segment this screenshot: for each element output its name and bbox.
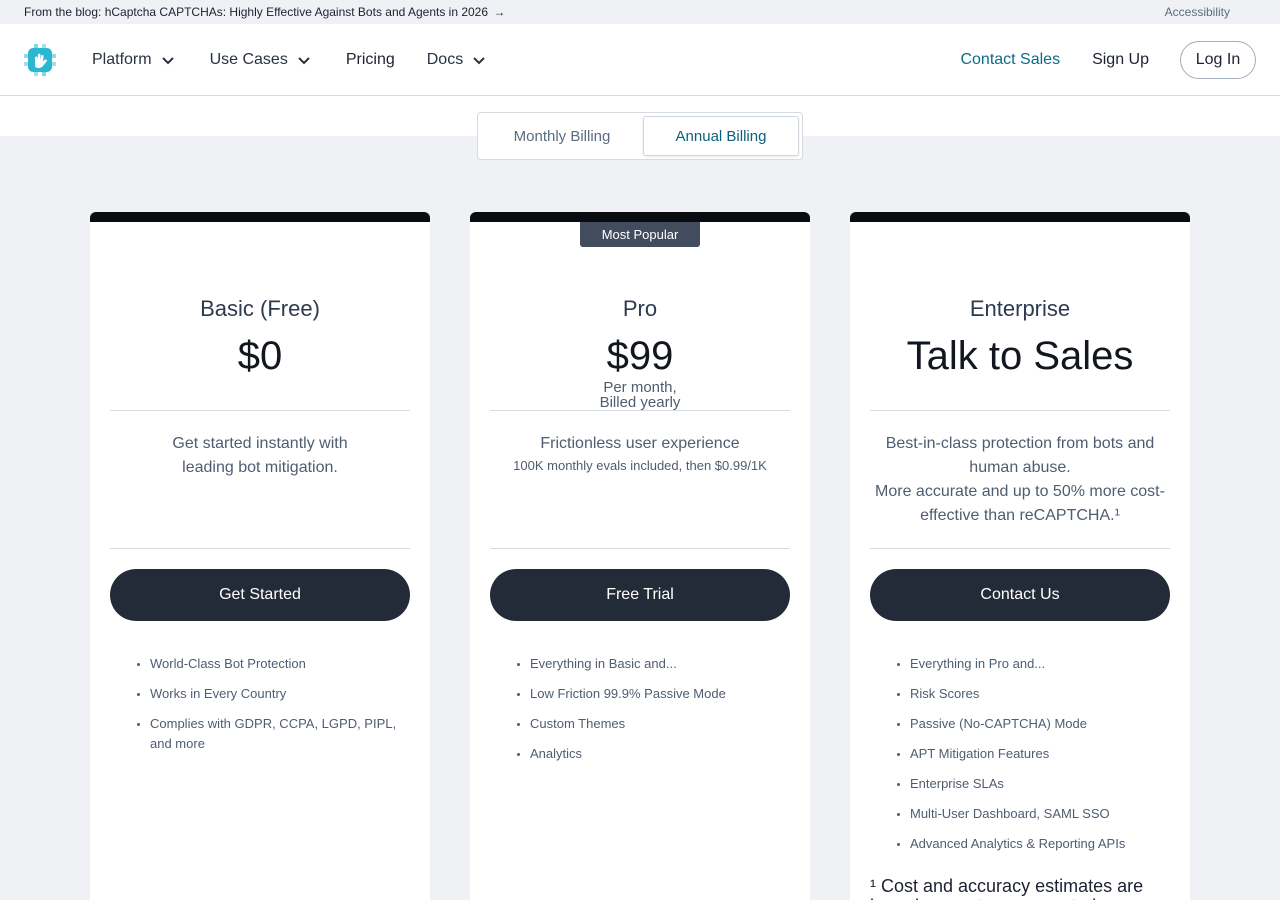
blog-link[interactable]: hCaptcha CAPTCHAs: Highly Effective Agai… [105, 5, 488, 19]
footnote: ¹ Cost and accuracy estimates are based … [870, 876, 1144, 900]
plan-description-line: More accurate and up to 50% more cost-ef… [875, 483, 1165, 524]
feature-item: Risk Scores [910, 684, 1170, 704]
plan-price: Talk to Sales [906, 334, 1134, 378]
plan-price: $99 [606, 334, 674, 378]
chevron-down-icon [161, 57, 174, 65]
accessibility-link[interactable]: Accessibility [1165, 5, 1230, 19]
blog-prefix: From the blog: [24, 5, 105, 19]
feature-item: Everything in Basic and... [530, 654, 790, 674]
divider [490, 548, 790, 549]
feature-list: Everything in Pro and... Risk Scores Pas… [910, 654, 1170, 864]
most-popular-badge: Most Popular [580, 222, 700, 247]
plan-description: Get started instantly with leading bot m… [110, 432, 410, 480]
feature-item: Low Friction 99.9% Passive Mode [530, 684, 790, 704]
nav-platform[interactable]: Platform [92, 51, 176, 69]
feature-item: APT Mitigation Features [910, 744, 1170, 764]
divider [490, 410, 790, 411]
announcement-bar: From the blog: hCaptcha CAPTCHAs: Highly… [0, 0, 1280, 24]
sign-up-link[interactable]: Sign Up [1092, 51, 1149, 69]
divider [110, 548, 410, 549]
chevron-down-icon [473, 57, 485, 65]
plan-description: Frictionless user experience 100K monthl… [490, 432, 790, 476]
plan-price: $0 [237, 334, 283, 378]
header-actions: Contact Sales Sign Up Log In [960, 24, 1256, 96]
price-note-line: Per month, [603, 379, 677, 396]
feature-item: Complies with GDPR, CCPA, LGPD, PIPL, an… [150, 714, 410, 754]
plan-card-enterprise: Enterprise Talk to Sales Best-in-class p… [850, 212, 1190, 900]
plan-usage-note: 100K monthly evals included, then $0.99/… [513, 458, 767, 473]
nav-docs-label: Docs [426, 51, 464, 68]
nav-platform-label: Platform [92, 51, 152, 68]
log-in-button[interactable]: Log In [1180, 41, 1256, 79]
site-header: Platform Use Cases Pricing Docs Contact … [0, 24, 1280, 96]
nav-docs[interactable]: Docs [427, 51, 487, 69]
nav-use-cases-label: Use Cases [209, 51, 288, 68]
divider [110, 410, 410, 411]
free-trial-button[interactable]: Free Trial [490, 569, 790, 621]
plan-name: Pro [622, 296, 658, 321]
plan-description-line: Get started instantly with [172, 435, 348, 452]
blog-announcement[interactable]: From the blog: hCaptcha CAPTCHAs: Highly… [24, 5, 505, 19]
feature-item: Enterprise SLAs [910, 774, 1170, 794]
contact-us-button[interactable]: Contact Us [870, 569, 1170, 621]
plan-description: Best-in-class protection from bots and h… [870, 432, 1170, 528]
plan-card-basic: Basic (Free) $0 Get started instantly wi… [90, 212, 430, 900]
feature-item: Analytics [530, 744, 790, 764]
feature-item: Works in Every Country [150, 684, 410, 704]
feature-list: Everything in Basic and... Low Friction … [530, 654, 790, 774]
feature-item: Everything in Pro and... [910, 654, 1170, 674]
plan-card-pro: Most Popular Pro $99 Per month, Billed y… [470, 212, 810, 900]
plan-description-line: Frictionless user experience [540, 435, 740, 452]
feature-item: Multi-User Dashboard, SAML SSO [910, 804, 1170, 824]
contact-sales-link[interactable]: Contact Sales [960, 51, 1060, 69]
main-nav: Platform Use Cases Pricing Docs [92, 24, 521, 96]
feature-item: Custom Themes [530, 714, 790, 734]
feature-item: Passive (No-CAPTCHA) Mode [910, 714, 1170, 734]
divider [870, 548, 1170, 549]
feature-item: World-Class Bot Protection [150, 654, 410, 674]
get-started-button[interactable]: Get Started [110, 569, 410, 621]
nav-pricing[interactable]: Pricing [346, 51, 395, 69]
divider [870, 410, 1170, 411]
price-note-line: Billed yearly [599, 394, 681, 411]
plan-description-line: leading bot mitigation. [182, 459, 338, 476]
plan-description-line: Best-in-class protection from bots and h… [885, 435, 1155, 476]
chevron-down-icon [298, 57, 310, 65]
plan-name: Basic (Free) [200, 296, 320, 321]
annual-billing-option[interactable]: Annual Billing [643, 116, 799, 156]
plan-name: Enterprise [969, 296, 1071, 321]
price-billing-note: Per month, Billed yearly [470, 380, 810, 410]
nav-use-cases[interactable]: Use Cases [210, 51, 312, 69]
hcaptcha-logo-icon[interactable] [24, 44, 56, 76]
billing-toggle: Monthly Billing Annual Billing [477, 112, 803, 160]
arrow-right-icon: → [493, 5, 506, 19]
feature-list: World-Class Bot Protection Works in Ever… [150, 654, 410, 764]
monthly-billing-option[interactable]: Monthly Billing [481, 116, 643, 156]
feature-item: Advanced Analytics & Reporting APIs [910, 834, 1170, 854]
